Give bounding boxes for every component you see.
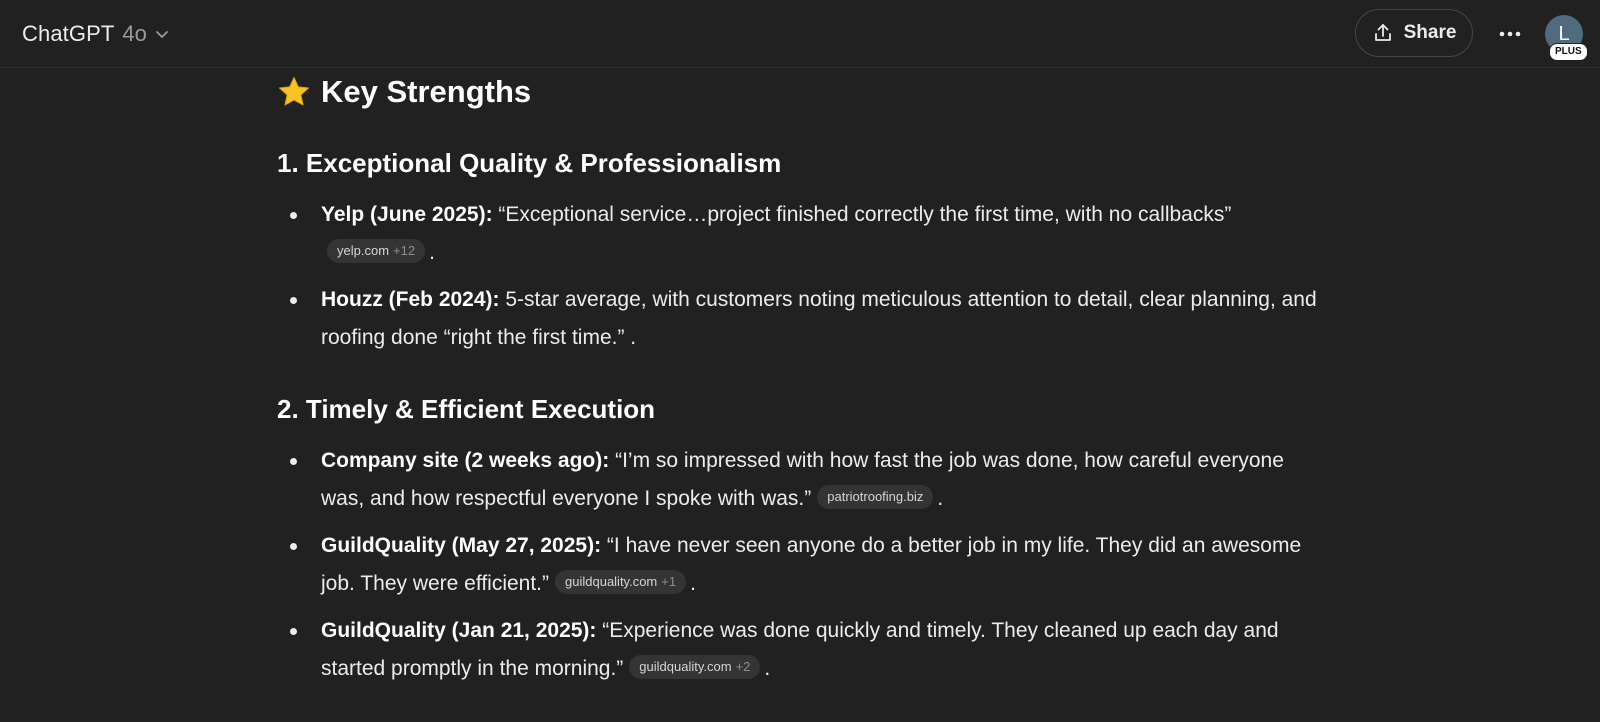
list-item: GuildQuality (Jan 21, 2025): “Experience… <box>277 612 1327 688</box>
review-source: Company site (2 weeks ago): <box>321 449 610 472</box>
model-name: ChatGPT <box>22 21 115 46</box>
response-title-text: Key Strengths <box>321 74 532 109</box>
review-source: GuildQuality (May 27, 2025): <box>321 534 602 557</box>
list-item: Houzz (Feb 2024): 5‑star average, with c… <box>277 281 1327 357</box>
citation-domain: patriotroofing.biz <box>827 489 924 505</box>
section-heading: 2. Timely & Efficient Execution <box>277 394 656 424</box>
model-switcher[interactable]: ChatGPT 4o <box>12 14 181 54</box>
review-quote: “Exceptional service…project finished co… <box>492 203 1232 226</box>
citation-domain: guildquality.com <box>565 574 658 590</box>
share-button[interactable]: Share <box>1355 9 1473 57</box>
citation-chip[interactable]: yelp.com +12 <box>327 239 426 264</box>
top-bar: ChatGPT 4o Share L PLUS <box>0 0 1600 68</box>
list-item: GuildQuality (May 27, 2025): “I have nev… <box>277 527 1327 603</box>
list-item: Company site (2 weeks ago): “I’m so impr… <box>277 442 1327 518</box>
response-title: Key Strengths <box>277 74 531 110</box>
more-options-button[interactable] <box>1490 14 1530 54</box>
citation-chip[interactable]: guildquality.com +1 <box>555 570 687 595</box>
sentence-end: . <box>937 487 944 510</box>
citation-domain: yelp.com <box>337 243 390 259</box>
review-source: GuildQuality (Jan 21, 2025): <box>321 619 597 642</box>
section-list: Yelp (June 2025): “Exceptional service…p… <box>277 196 1327 366</box>
citation-domain: guildquality.com <box>639 659 732 675</box>
more-horizontal-icon <box>1498 25 1522 43</box>
citation-more-count: +12 <box>393 243 416 259</box>
model-version: 4o <box>122 21 147 46</box>
sentence-end: . <box>429 241 435 264</box>
chevron-down-icon <box>153 25 171 43</box>
sentence-end: . <box>764 657 771 680</box>
citation-chip[interactable]: guildquality.com +2 <box>629 655 761 680</box>
review-source: Houzz (Feb 2024): <box>321 288 500 311</box>
star-icon <box>277 75 311 109</box>
share-label: Share <box>1403 22 1457 43</box>
citation-more-count: +2 <box>735 659 751 675</box>
citation-chip[interactable]: patriotroofing.biz <box>817 485 934 510</box>
share-upload-icon <box>1372 22 1394 44</box>
section-list: Company site (2 weeks ago): “I’m so impr… <box>277 442 1327 697</box>
plan-badge: PLUS <box>1549 43 1588 61</box>
sentence-end: . <box>690 572 696 595</box>
list-item: Yelp (June 2025): “Exceptional service…p… <box>277 196 1327 272</box>
section-heading: 1. Exceptional Quality & Professionalism <box>277 148 782 178</box>
citation-more-count: +1 <box>661 574 677 590</box>
review-source: Yelp (June 2025): <box>321 203 493 226</box>
